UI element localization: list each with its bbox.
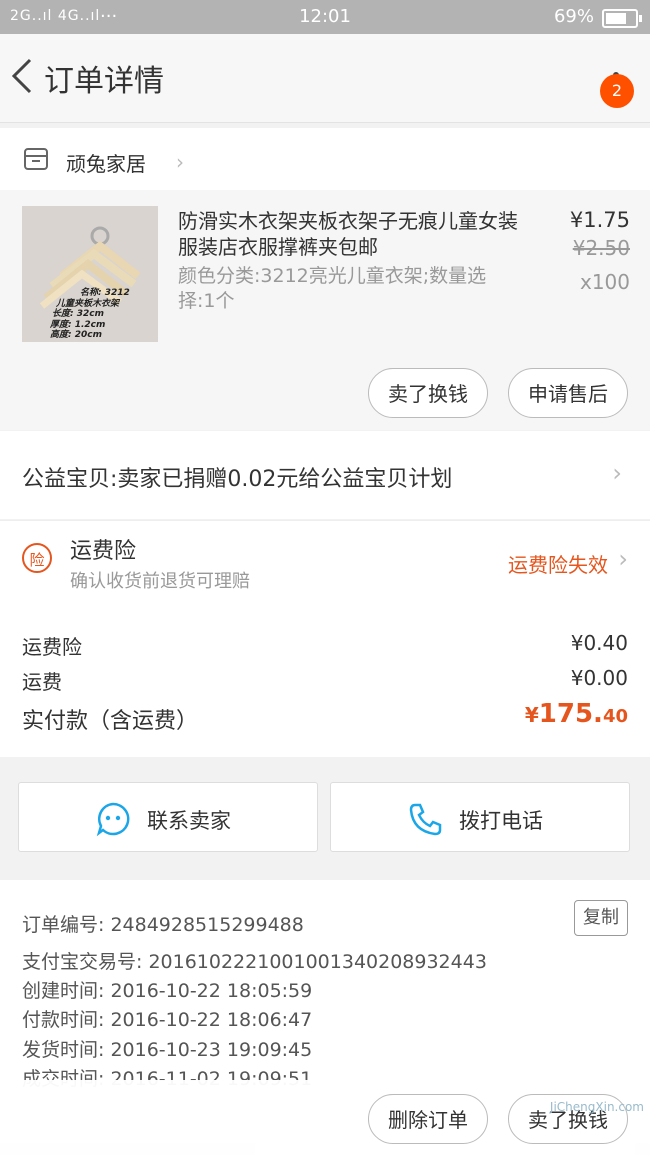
shipped-time: 发货时间: 2016-10-23 19:09:45 <box>22 1039 313 1061</box>
delete-order-button[interactable]: 删除订单 <box>368 1094 488 1144</box>
copy-button[interactable]: 复制 <box>574 900 628 936</box>
contact-seller-button[interactable]: 联系卖家 <box>18 782 318 852</box>
shipping-fee-value: ¥0.00 <box>570 666 628 690</box>
shipping-fee-label: 运费 <box>22 670 62 694</box>
total-amount: ¥175.40 <box>524 699 628 729</box>
insurance-status: 运费险失效 <box>508 553 608 577</box>
charity-text: 公益宝贝:卖家已捐赠0.02元给公益宝贝计划 <box>22 467 453 492</box>
order-number: 订单编号: 2484928515299488 <box>22 914 304 936</box>
charity-row[interactable]: 公益宝贝:卖家已捐赠0.02元给公益宝贝计划 › <box>0 431 650 519</box>
watermark: JiChengXin.com <box>549 1100 644 1114</box>
order-item[interactable]: 名称: 3212 儿童夹板木衣架 长度: 32cm 厚度: 1.2cm 高度: … <box>0 190 650 430</box>
product-sku: 颜色分类:3212亮光儿童衣架;数量选择:1个 <box>178 265 487 312</box>
product-price: ¥1.75 <box>569 208 630 232</box>
bottom-action-bar: 删除订单 卖了换钱 <box>0 1080 650 1155</box>
product-title[interactable]: 防滑实木衣架夹板衣架子无痕儿童女装服装店衣服撑裤夹包邮 <box>178 208 518 260</box>
call-phone-button[interactable]: 拨打电话 <box>330 782 630 852</box>
clock: 12:01 <box>299 6 351 27</box>
battery-icon <box>602 9 642 28</box>
insurance-icon: 险 <box>22 543 52 573</box>
chevron-right-icon: › <box>618 545 628 573</box>
insurance-title: 运费险 <box>70 539 137 564</box>
shop-icon <box>24 148 48 170</box>
contact-bar: 联系卖家 拨打电话 <box>0 766 650 862</box>
insurance-fee-label: 运费险 <box>22 635 82 659</box>
thumbnail-caption: 名称: 3212 儿童夹板木衣架 长度: 32cm 厚度: 1.2cm 高度: … <box>50 288 130 340</box>
chevron-left-icon <box>11 58 32 94</box>
phone-icon <box>409 803 442 836</box>
contact-seller-label: 联系卖家 <box>147 809 231 833</box>
battery-percent: 69% <box>553 6 594 27</box>
back-button[interactable] <box>8 56 36 96</box>
order-info: 订单编号: 2484928515299488 复制 支付宝交易号: 201610… <box>0 880 650 1090</box>
apply-aftersale-button[interactable]: 申请售后 <box>508 368 628 418</box>
notification-badge: 2 <box>600 74 634 108</box>
product-quantity: x100 <box>579 270 630 294</box>
total-label: 实付款（含运费） <box>22 709 199 734</box>
page-title: 订单详情 <box>44 64 164 99</box>
paid-time: 付款时间: 2016-10-22 18:06:47 <box>22 1009 313 1031</box>
shop-name: 顽兔家居 <box>66 152 146 176</box>
status-bar: 2G..ıl 4G..ıl ··· 12:01 69% <box>0 0 650 34</box>
chevron-right-icon: › <box>612 459 622 487</box>
fee-summary: 运费险 ¥0.40 运费 ¥0.00 实付款（含运费） ¥175.40 <box>0 599 650 757</box>
insurance-subtitle: 确认收货前退货可理赔 <box>70 571 250 592</box>
alipay-number: 支付宝交易号: 2016102221001001340208932443 <box>22 951 487 973</box>
shop-row[interactable]: 顽兔家居 › <box>0 128 650 190</box>
nav-bar: 订单详情 2 <box>0 34 650 123</box>
created-time: 创建时间: 2016-10-22 18:05:59 <box>22 980 313 1002</box>
chat-bubble-icon <box>96 802 130 837</box>
product-thumbnail[interactable]: 名称: 3212 儿童夹板木衣架 长度: 32cm 厚度: 1.2cm 高度: … <box>22 206 158 342</box>
sell-for-cash-button[interactable]: 卖了换钱 <box>368 368 488 418</box>
chevron-right-icon: › <box>176 150 184 174</box>
original-price: ¥2.50 <box>572 236 630 260</box>
call-phone-label: 拨打电话 <box>459 809 543 833</box>
shipping-insurance-row[interactable]: 险 运费险 确认收货前退货可理赔 运费险失效 › <box>0 520 650 600</box>
insurance-fee-value: ¥0.40 <box>570 631 628 655</box>
